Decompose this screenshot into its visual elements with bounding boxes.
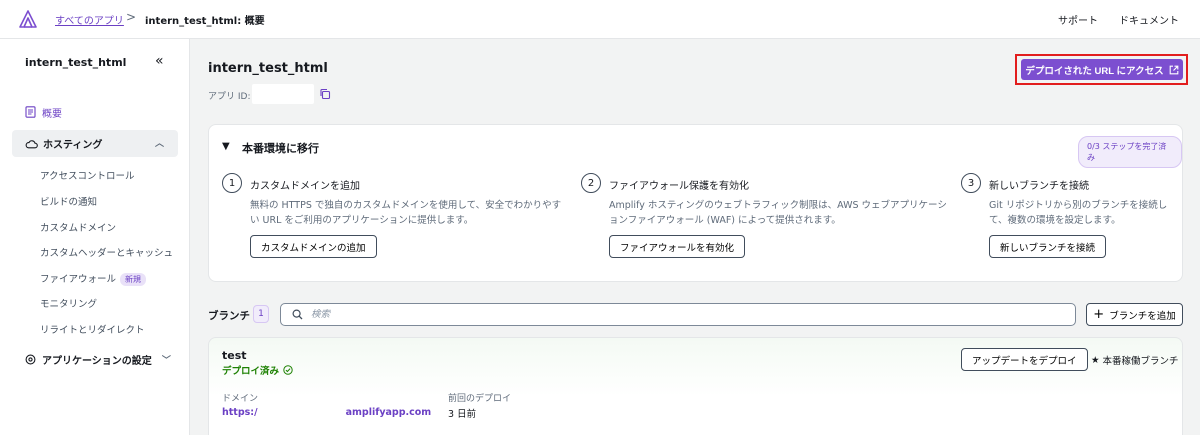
step-description: Amplify ホスティングのウェブトラフィック制限は、AWS ウェブアプリケー…	[609, 200, 947, 226]
step-title: カスタムドメインを追加	[250, 181, 360, 192]
branch-name[interactable]: test	[222, 349, 247, 362]
production-branch-label: ★ 本番稼働ブランチ	[1091, 353, 1179, 368]
search-icon	[292, 309, 303, 320]
deploy-status-label: デプロイ済み	[222, 366, 280, 377]
sidebar-item-firewall-label: ファイアウォール	[40, 274, 117, 285]
branch-search	[280, 303, 1076, 326]
domain-label: ドメイン	[222, 394, 259, 404]
enable-firewall-button[interactable]: ファイアウォールを有効化	[609, 235, 746, 258]
app-id-label: アプリ ID:	[208, 92, 251, 102]
branch-search-input[interactable]	[311, 307, 1051, 322]
visit-deployed-url-button[interactable]: デプロイされた URL にアクセス	[1021, 59, 1183, 80]
amplify-logo-icon[interactable]	[18, 9, 38, 29]
top-navigation-bar: すべてのアプリ > intern_test_html: 概要 サポート ドキュメ…	[0, 0, 1200, 39]
sidebar-item-overview-label: 概要	[42, 108, 62, 120]
step-number: 1	[222, 173, 242, 193]
sidebar-item-access-control[interactable]: アクセスコントロール	[40, 168, 135, 182]
step-number: 3	[961, 173, 981, 193]
last-deploy-value: 3 日前	[448, 409, 477, 420]
step-title: 新しいブランチを接続	[989, 181, 1089, 192]
step-title: ファイアウォール保護を有効化	[609, 181, 749, 192]
sidebar-item-hosting[interactable]: ホスティング ︿	[12, 130, 178, 157]
deploy-status: デプロイ済み	[222, 363, 293, 377]
production-checklist-card: ▼ 本番環境に移行 0/3 ステップを完了済み 1 カスタムドメインを追加 無料…	[208, 124, 1183, 282]
steps-progress-badge: 0/3 ステップを完了済み	[1078, 136, 1182, 168]
step-description: 無料の HTTPS で独自のカスタムドメインを使用して、安全でわかりやすい UR…	[250, 200, 562, 226]
branches-count-badge: 1	[253, 305, 269, 323]
plus-icon: +	[1093, 307, 1105, 322]
domain-redacted	[259, 406, 344, 418]
support-link[interactable]: サポート	[1058, 12, 1098, 27]
add-custom-domain-button[interactable]: カスタムドメインの追加	[250, 235, 377, 258]
add-branch-button[interactable]: + ブランチを追加	[1086, 303, 1183, 326]
sidebar-item-app-settings-label: アプリケーションの設定	[42, 356, 152, 367]
star-icon: ★	[1091, 354, 1100, 366]
sidebar-item-overview[interactable]: 概要	[25, 104, 62, 120]
sidebar-item-firewall[interactable]: ファイアウォール 新規	[40, 271, 147, 286]
connect-new-branch-button[interactable]: 新しいブランチを接続	[989, 235, 1107, 258]
sidebar-item-hosting-label: ホスティング	[43, 140, 103, 151]
check-circle-icon	[283, 365, 293, 375]
add-branch-label: ブランチを追加	[1109, 310, 1176, 322]
sidebar-item-app-settings[interactable]: アプリケーションの設定 ﹀	[25, 352, 171, 367]
sidebar: intern_test_html « 概要 ホスティング ︿ アクセスコントロー…	[0, 39, 190, 435]
domain-suffix: amplifyapp.com	[345, 406, 432, 418]
page-title: intern_test_html	[208, 61, 328, 76]
production-branch-text: 本番稼働ブランチ	[1102, 356, 1179, 367]
last-deploy-label: 前回のデプロイ	[448, 394, 512, 404]
deploy-update-button[interactable]: アップデートをデプロイ	[961, 348, 1088, 371]
production-title: 本番環境に移行	[242, 142, 319, 155]
collapse-sidebar-icon[interactable]: «	[155, 53, 164, 69]
domain-link[interactable]: https:/ amplifyapp.com	[222, 406, 431, 418]
gear-icon	[25, 354, 36, 365]
visit-deployed-url-label: デプロイされた URL にアクセス	[1025, 65, 1164, 77]
breadcrumb-separator-icon: >	[126, 10, 137, 24]
app-id-value	[252, 84, 314, 104]
branches-label: ブランチ	[208, 310, 250, 322]
step-description: Git リポジトリから別のブランチを接続して、複数の環境を設定します。	[989, 200, 1168, 226]
sidebar-app-name: intern_test_html	[25, 56, 127, 69]
step-number: 2	[581, 173, 601, 193]
cloud-icon	[25, 139, 38, 148]
breadcrumb-all-apps-link[interactable]: すべてのアプリ	[55, 12, 124, 27]
domain-prefix: https:/	[222, 406, 258, 418]
chevron-up-icon: ︿	[154, 139, 164, 149]
sidebar-item-custom-domains[interactable]: カスタムドメイン	[40, 220, 116, 234]
collapse-triangle-icon[interactable]: ▼	[222, 141, 230, 152]
sidebar-item-rewrites[interactable]: リライトとリダイレクト	[40, 322, 145, 336]
documentation-link[interactable]: ドキュメント	[1119, 12, 1179, 27]
sidebar-item-build-notifications[interactable]: ビルドの通知	[40, 194, 97, 208]
branch-card: test デプロイ済み アップデートをデプロイ ★ 本番稼働ブランチ ドメイン …	[208, 337, 1183, 435]
sidebar-item-custom-headers[interactable]: カスタムヘッダーとキャッシュ	[40, 245, 173, 259]
copy-icon[interactable]	[319, 88, 331, 100]
chevron-down-icon: ﹀	[161, 356, 171, 366]
new-badge: 新規	[120, 273, 147, 286]
sidebar-item-monitoring[interactable]: モニタリング	[40, 296, 97, 310]
document-icon	[25, 106, 36, 118]
breadcrumb-current: intern_test_html: 概要	[145, 16, 265, 27]
external-link-icon	[1169, 65, 1178, 74]
